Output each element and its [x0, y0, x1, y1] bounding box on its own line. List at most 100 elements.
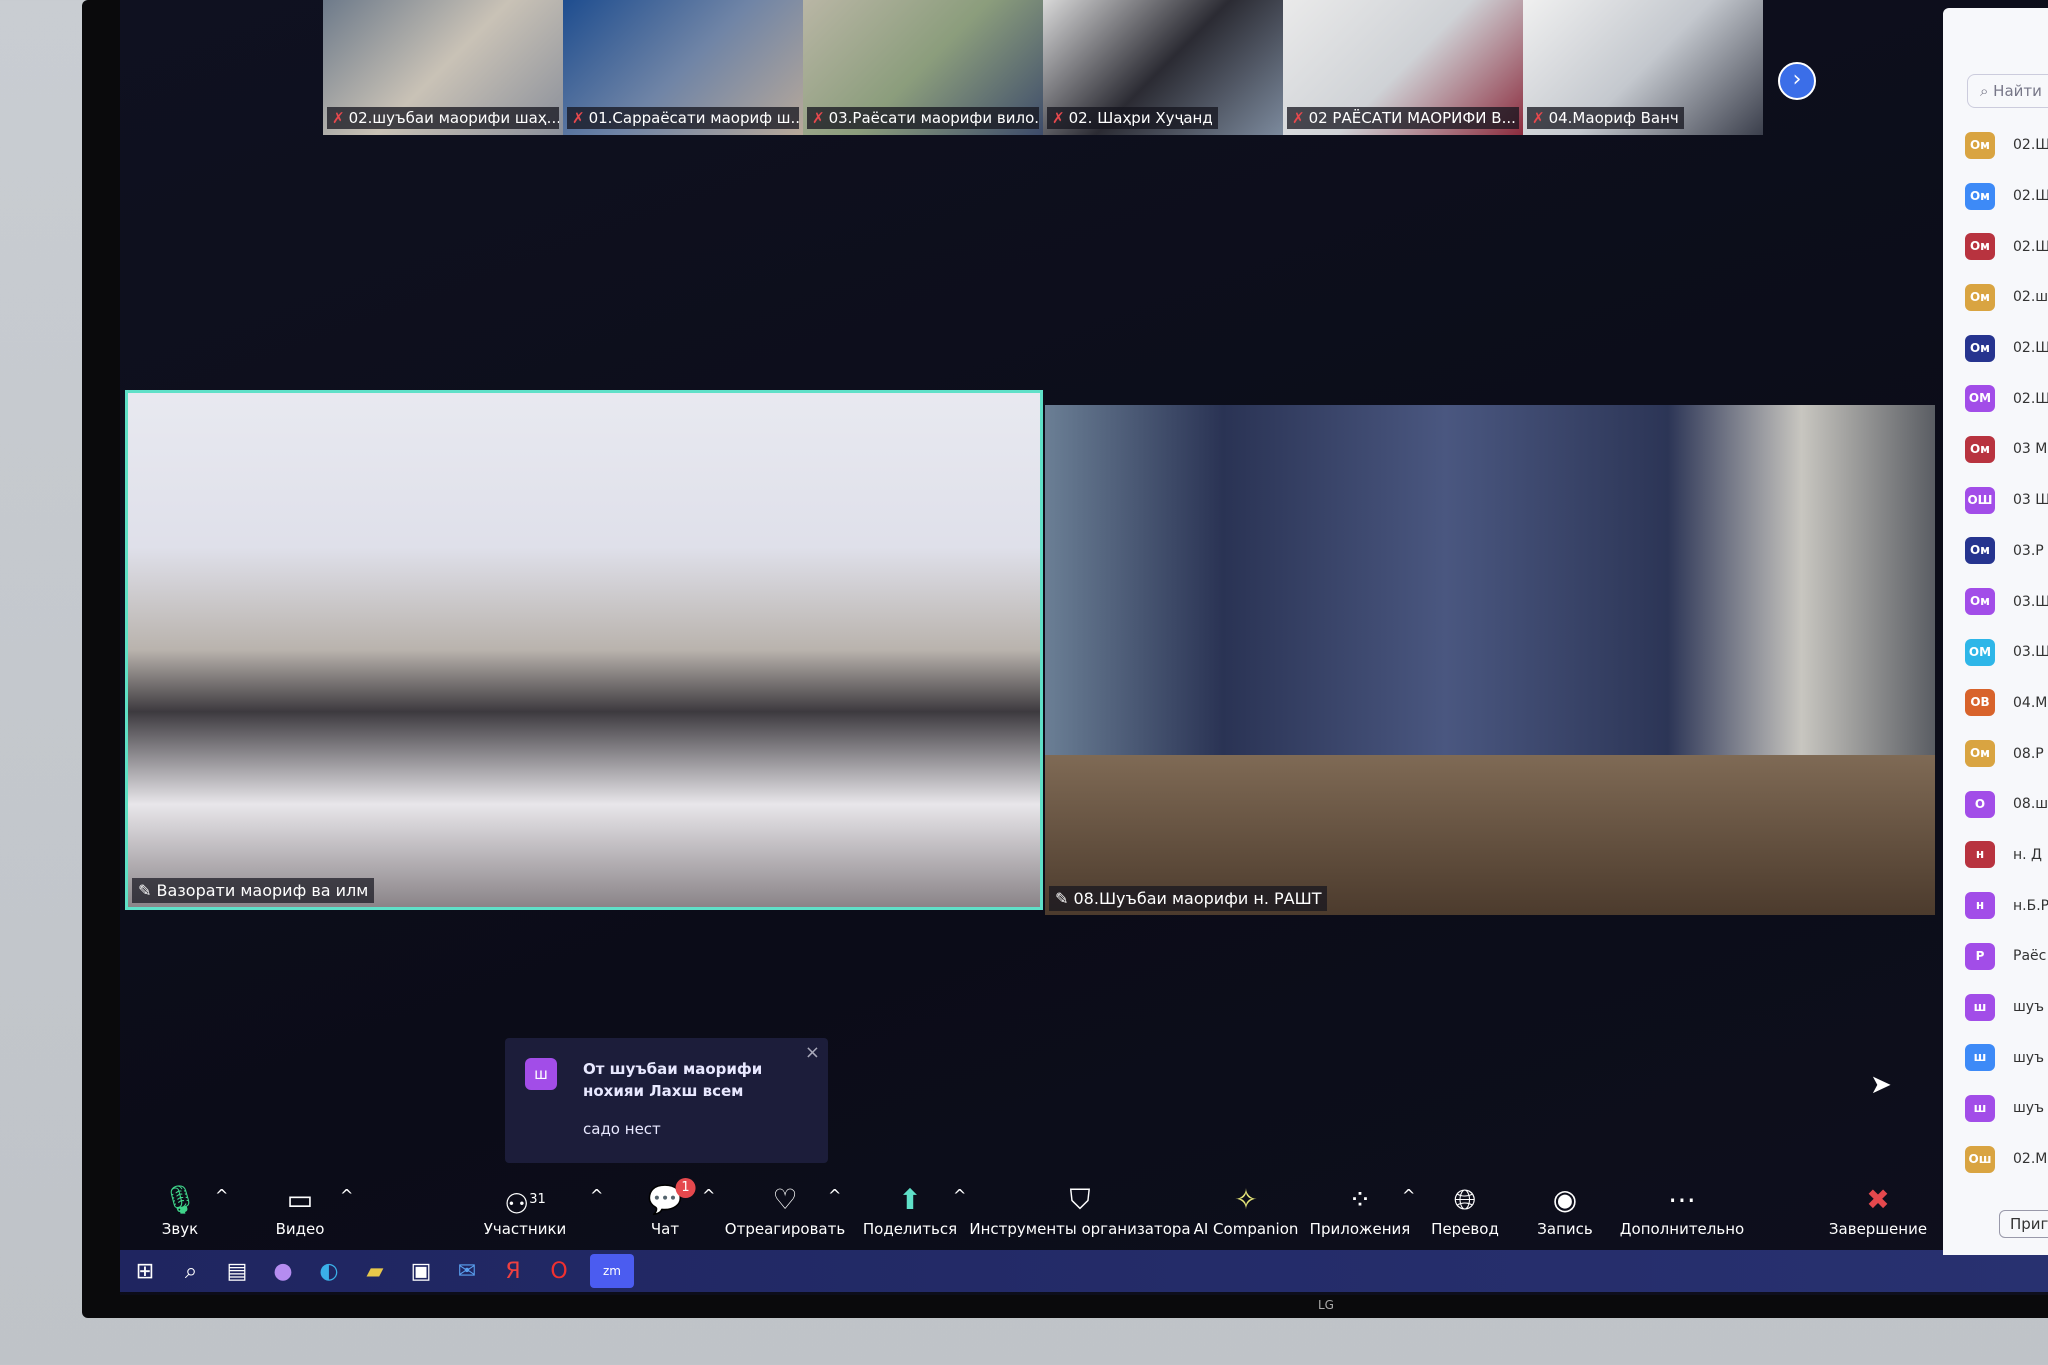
participant-avatar: Ом: [1965, 334, 1995, 362]
store-icon[interactable]: ▣: [406, 1259, 436, 1284]
sender-avatar: ш: [525, 1058, 557, 1090]
host-tools-button[interactable]: ⛉ Инструменты организатора: [969, 1180, 1190, 1238]
participant-name: 02 РАЁСАТИ МАОРИФИ В...: [1308, 109, 1516, 127]
video-thumbnail[interactable]: ✗ 04.Маориф Ванч: [1523, 0, 1763, 135]
windows-start-icon[interactable]: ⊞: [130, 1259, 160, 1284]
label: Инструменты организатора: [969, 1220, 1191, 1238]
participant-avatar: ОМ: [1965, 385, 1995, 413]
video-options-caret[interactable]: ^: [340, 1186, 353, 1205]
chat-options-caret[interactable]: ^: [702, 1186, 715, 1205]
participant-name: 03.Р: [2013, 542, 2044, 559]
participant-name: 08.ш: [2013, 796, 2048, 813]
participant-item[interactable]: ш шуъ: [1965, 1032, 2048, 1083]
participant-avatar: Ом: [1965, 740, 1995, 768]
video-thumbnail[interactable]: ✗ 03.Раёсати маорифи вило...: [803, 0, 1043, 135]
invite-button[interactable]: Приг: [1999, 1210, 2048, 1238]
next-page-button[interactable]: ›: [1778, 62, 1816, 100]
main-video-active-speaker[interactable]: ✎ Вазорати маориф ва илм: [125, 390, 1043, 910]
participant-item[interactable]: ОШ 03 Ш: [1965, 475, 2048, 526]
copilot-icon[interactable]: ●: [268, 1259, 298, 1284]
search-icon: ⌕: [1980, 82, 1994, 100]
participant-item[interactable]: Ом 08.Р: [1965, 728, 2048, 779]
mic-muted-icon: ✗: [1052, 109, 1065, 127]
audio-options-caret[interactable]: ^: [215, 1186, 228, 1205]
participant-item[interactable]: Ом 02.Ш: [1965, 120, 2048, 171]
audio-button[interactable]: 🎙 Звук: [162, 1180, 198, 1238]
participant-name: Вазорати маориф ва илм: [156, 881, 369, 900]
participants-search-input[interactable]: ⌕ Найти: [1967, 74, 2048, 108]
participant-avatar: Р: [1965, 942, 1995, 970]
video-thumbnail[interactable]: ✗ 01.Сарраёсати маориф ш...: [563, 0, 803, 135]
participant-item[interactable]: Ом 03.Ш: [1965, 576, 2048, 627]
mouse-cursor-icon: ➤: [1870, 1070, 1892, 1100]
participant-item[interactable]: ОВ 04.М: [1965, 678, 2048, 729]
video-button[interactable]: ▭ Видео: [276, 1180, 325, 1238]
participant-item[interactable]: Ош 02.М: [1965, 1134, 2048, 1185]
participants-options-caret[interactable]: ^: [590, 1186, 603, 1205]
participant-item[interactable]: О 08.ш: [1965, 779, 2048, 830]
main-video[interactable]: ✎ 08.Шуъбаи маорифи н. РАШТ: [1045, 405, 1935, 915]
video-thumbnail[interactable]: ✗ 02.шуъбаи маорифи шаҳ...: [323, 0, 563, 135]
sparkle-icon: ✧: [1234, 1183, 1258, 1216]
participant-item[interactable]: ОМ 03.Ш: [1965, 627, 2048, 678]
mail-icon[interactable]: ✉: [452, 1259, 482, 1284]
participant-avatar: Ом: [1965, 131, 1995, 159]
share-options-caret[interactable]: ^: [953, 1186, 966, 1205]
participant-item[interactable]: ш шуъ: [1965, 982, 2048, 1033]
microphone-icon: 🎙: [162, 1183, 198, 1216]
participant-avatar: Ом: [1965, 182, 1995, 210]
more-button[interactable]: ⋯ Дополнительно: [1620, 1180, 1744, 1238]
yandex-icon[interactable]: Я: [498, 1259, 528, 1284]
folder-icon[interactable]: ▰: [360, 1259, 390, 1284]
gallery-strip: ✗ 02.шуъбаи маорифи шаҳ... ✗ 01.Сарраёсати…: [323, 0, 1763, 135]
participants-button[interactable]: ⚇31 Участники: [484, 1180, 567, 1238]
close-icon[interactable]: ×: [805, 1042, 820, 1063]
windows-taskbar: ⊞ ⌕ ▤ ● ◐ ▰ ▣ ✉ Я O zm: [120, 1250, 2048, 1292]
label: Участники: [483, 1220, 567, 1238]
chat-notification[interactable]: ш От шуъбаи маорифи нохияи Лахш всем сад…: [505, 1038, 828, 1163]
participant-item[interactable]: ОМ 02.Ш: [1965, 373, 2048, 424]
label: Поделиться: [862, 1220, 958, 1238]
pin-icon: ✎: [138, 881, 157, 900]
search-icon[interactable]: ⌕: [176, 1259, 206, 1284]
chat-button[interactable]: 💬 1 Чат: [648, 1178, 696, 1238]
opera-icon[interactable]: O: [544, 1259, 574, 1284]
participant-name: 04.Маориф Ванч: [1548, 109, 1679, 127]
participant-name: 01.Сарраёсати маориф ш...: [588, 109, 799, 127]
record-button[interactable]: ◉ Запись: [1537, 1180, 1592, 1238]
zoom-app-icon[interactable]: zm: [590, 1254, 634, 1288]
translate-button[interactable]: 🌐︎ Перевод: [1431, 1180, 1499, 1238]
share-button[interactable]: ⬆ Поделиться: [863, 1180, 957, 1238]
label: Приложения: [1309, 1220, 1411, 1238]
ai-companion-button[interactable]: ✧ AI Companion: [1194, 1180, 1299, 1238]
participant-item[interactable]: Ом 03.Р: [1965, 526, 2048, 577]
chat-badge: 1: [675, 1178, 696, 1198]
task-view-icon[interactable]: ▤: [222, 1259, 252, 1284]
video-thumbnail[interactable]: ✗ 02. Шаҳри Хуҷанд: [1043, 0, 1283, 135]
participant-item[interactable]: н н.Б.Р: [1965, 880, 2048, 931]
participant-item[interactable]: Ом 02.ш: [1965, 272, 2048, 323]
more-icon: ⋯: [1668, 1183, 1696, 1216]
participant-item[interactable]: Ом 03 М: [1965, 424, 2048, 475]
video-thumbnail[interactable]: ✗ 02 РАЁСАТИ МАОРИФИ В...: [1283, 0, 1523, 135]
participant-item[interactable]: Ом 02.Ш: [1965, 221, 2048, 272]
react-options-caret[interactable]: ^: [828, 1186, 841, 1205]
end-meeting-button[interactable]: ✖ Завершение: [1829, 1180, 1927, 1238]
participant-name: шуъ: [2013, 999, 2044, 1016]
participant-item[interactable]: Ом 02.Ш: [1965, 323, 2048, 374]
participant-name: 08.Шуъбаи маорифи н. РАШТ: [1073, 889, 1322, 908]
participant-item[interactable]: Р Раёс: [1965, 931, 2048, 982]
participant-item[interactable]: н н. Д: [1965, 830, 2048, 881]
zoom-meeting-window: ✗ 02.шуъбаи маорифи шаҳ... ✗ 01.Сарраёсати…: [120, 0, 2048, 1295]
apps-button[interactable]: ⁘ Приложения: [1310, 1180, 1411, 1238]
participant-avatar: О: [1965, 790, 1995, 818]
participant-name: 02.Ш: [2013, 137, 2048, 154]
participant-name: Раёс: [2013, 948, 2047, 965]
edge-icon[interactable]: ◐: [314, 1259, 344, 1284]
participant-item[interactable]: ш шуъ: [1965, 1083, 2048, 1134]
apps-options-caret[interactable]: ^: [1402, 1186, 1415, 1205]
participant-item[interactable]: Ом 02.Ш: [1965, 171, 2048, 222]
participants-panel: ⌕ Найти Ом 02.Ш Ом 02.Ш Ом 02.Ш Ом 02.ш Ом 02.Ш ОМ…: [1943, 8, 2048, 1255]
participant-avatar: ш: [1965, 1094, 1995, 1122]
label: Звук: [161, 1220, 199, 1238]
